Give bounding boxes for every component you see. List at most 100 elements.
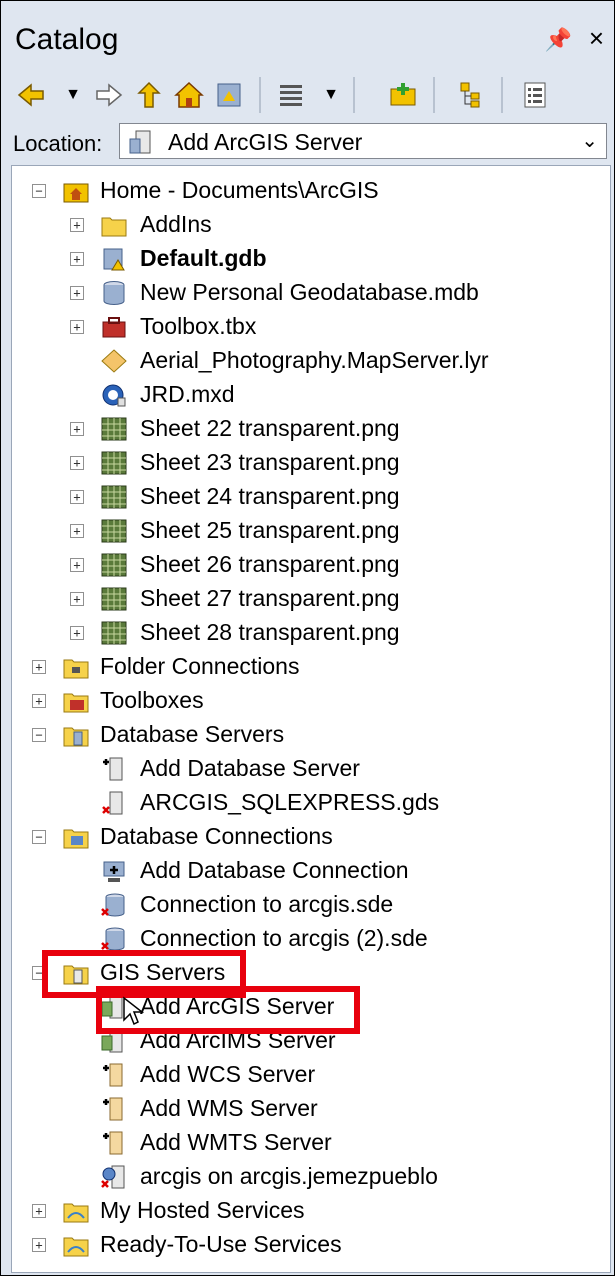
tree-item-toolbox-tbx[interactable]: + Toolbox.tbx [12,310,602,344]
window-title: Catalog [15,23,119,56]
add-wcs-server-icon [103,1063,123,1087]
toggle-contents-icon[interactable] [457,79,489,111]
tree-item-arcgis-jemezpueblo[interactable]: arcgis on arcgis.jemezpueblo [12,1160,602,1194]
location-combobox[interactable]: Add ArcGIS Server ⌄ [119,123,607,159]
tree-item-sheet[interactable]: + Sheet 28 transparent.png [12,616,602,650]
default-gdb-icon[interactable] [213,79,245,111]
tree-item-label: Add WCS Server [140,1061,316,1087]
tree-item-add-wcs-server[interactable]: Add WCS Server [12,1058,602,1092]
tree-item-add-database-server[interactable]: Add Database Server [12,752,602,786]
tree-item-ready-to-use-services[interactable]: + Ready-To-Use Services [12,1228,602,1262]
tree-item-label: Sheet 26 transparent.png [140,551,400,577]
sde-connection-error-icon [101,893,125,917]
raster-image-icon [101,485,127,509]
view-dropdown-icon[interactable]: ▼ [315,79,347,111]
ready-to-use-folder-icon [63,1237,89,1257]
database-connections-folder-icon [63,829,89,849]
expand-icon[interactable]: + [70,286,84,300]
expand-icon[interactable]: + [70,218,84,232]
expand-icon[interactable]: + [32,694,46,708]
back-dropdown-icon[interactable]: ▼ [57,79,89,111]
tree-item-label: Sheet 28 transparent.png [140,619,400,645]
tree-item-arcgis-sqlexpress[interactable]: ARCGIS_SQLEXPRESS.gds [12,786,602,820]
home-icon[interactable] [173,79,205,111]
home-folder-icon [63,183,89,203]
tree-item-connection-arcgis[interactable]: Connection to arcgis.sde [12,888,602,922]
catalog-window: Catalog 📌 × ▼ ▼ Location: Add ArcGIS Ser… [0,0,615,1276]
tree-item-toolboxes[interactable]: + Toolboxes [12,684,602,718]
tree-item-sheet[interactable]: + Sheet 23 transparent.png [12,446,602,480]
map-document-icon [102,384,126,407]
tree-item-personal-gdb[interactable]: + New Personal Geodatabase.mdb [12,276,602,310]
toolbox-icon [102,317,126,338]
tree-item-folder-connections[interactable]: + Folder Connections [12,650,602,684]
tree-item-aerial-layer[interactable]: Aerial_Photography.MapServer.lyr [12,344,602,378]
up-one-level-icon[interactable] [133,79,165,111]
connect-folder-icon[interactable] [387,79,419,111]
raster-image-icon [101,553,127,577]
back-arrow-icon[interactable] [15,79,47,111]
expand-icon[interactable]: + [70,320,84,334]
tree-item-label: Add WMTS Server [140,1129,332,1155]
forward-arrow-icon[interactable] [93,79,125,111]
catalog-tree[interactable]: − Home - Documents\ArcGIS + AddIns + Def… [11,165,611,1273]
tree-item-home[interactable]: − Home - Documents\ArcGIS [12,174,602,208]
tree-item-database-connections[interactable]: − Database Connections [12,820,602,854]
collapse-icon[interactable]: − [32,184,46,198]
tree-item-label: Home - Documents\ArcGIS [100,177,379,203]
options-icon[interactable] [519,79,551,111]
toolbar: ▼ ▼ [1,71,614,119]
database-server-error-icon [102,791,123,815]
tree-item-addins[interactable]: + AddIns [12,208,602,242]
expand-icon[interactable]: + [70,422,84,436]
database-icon [103,281,125,305]
expand-icon[interactable]: + [70,592,84,606]
tree-item-label: Database Servers [100,721,285,747]
chevron-down-icon[interactable]: ⌄ [581,128,598,153]
tree-item-label: Add Database Server [140,755,360,781]
arcgis-server-error-icon [101,1165,125,1189]
expand-icon[interactable]: + [70,252,84,266]
tree-item-sheet[interactable]: + Sheet 22 transparent.png [12,412,602,446]
tree-item-sheet[interactable]: + Sheet 24 transparent.png [12,480,602,514]
tree-item-jrd-mxd[interactable]: JRD.mxd [12,378,602,412]
tree-item-label: Add Database Connection [140,857,409,883]
expand-icon[interactable]: + [70,626,84,640]
tree-item-add-wms-server[interactable]: Add WMS Server [12,1092,602,1126]
expand-icon[interactable]: + [70,490,84,504]
view-icon[interactable] [275,79,307,111]
folder-icon [101,217,127,237]
toolbar-separator [259,77,261,113]
expand-icon[interactable]: + [70,524,84,538]
tree-item-label: Connection to arcgis (2).sde [140,925,428,951]
tree-item-add-wmts-server[interactable]: Add WMTS Server [12,1126,602,1160]
add-server-icon [103,757,123,781]
expand-icon[interactable]: + [32,1238,46,1252]
pin-icon[interactable]: 📌 [545,27,572,53]
tree-item-label: Ready-To-Use Services [100,1231,342,1257]
tree-item-sheet[interactable]: + Sheet 25 transparent.png [12,514,602,548]
tree-item-label: Toolboxes [100,687,204,713]
tree-item-label: JRD.mxd [140,381,235,407]
expand-icon[interactable]: + [32,660,46,674]
raster-image-icon [101,417,127,441]
expand-icon[interactable]: + [32,1204,46,1218]
tree-item-label: Sheet 27 transparent.png [140,585,400,611]
expand-icon[interactable]: + [70,456,84,470]
hosted-services-folder-icon [63,1203,89,1223]
title-bar: Catalog 📌 × [1,1,614,71]
close-icon[interactable]: × [589,23,604,54]
tree-item-default-gdb[interactable]: + Default.gdb [12,242,602,276]
location-value: Add ArcGIS Server [168,129,363,155]
add-connection-icon [103,861,125,882]
tree-item-database-servers[interactable]: − Database Servers [12,718,602,752]
tree-item-sheet[interactable]: + Sheet 27 transparent.png [12,582,602,616]
tree-item-sheet[interactable]: + Sheet 26 transparent.png [12,548,602,582]
tree-item-label: Aerial_Photography.MapServer.lyr [140,347,489,373]
tree-item-my-hosted-services[interactable]: + My Hosted Services [12,1194,602,1228]
collapse-icon[interactable]: − [32,830,46,844]
toolboxes-icon [63,693,89,713]
collapse-icon[interactable]: − [32,728,46,742]
tree-item-add-database-connection[interactable]: Add Database Connection [12,854,602,888]
expand-icon[interactable]: + [70,558,84,572]
